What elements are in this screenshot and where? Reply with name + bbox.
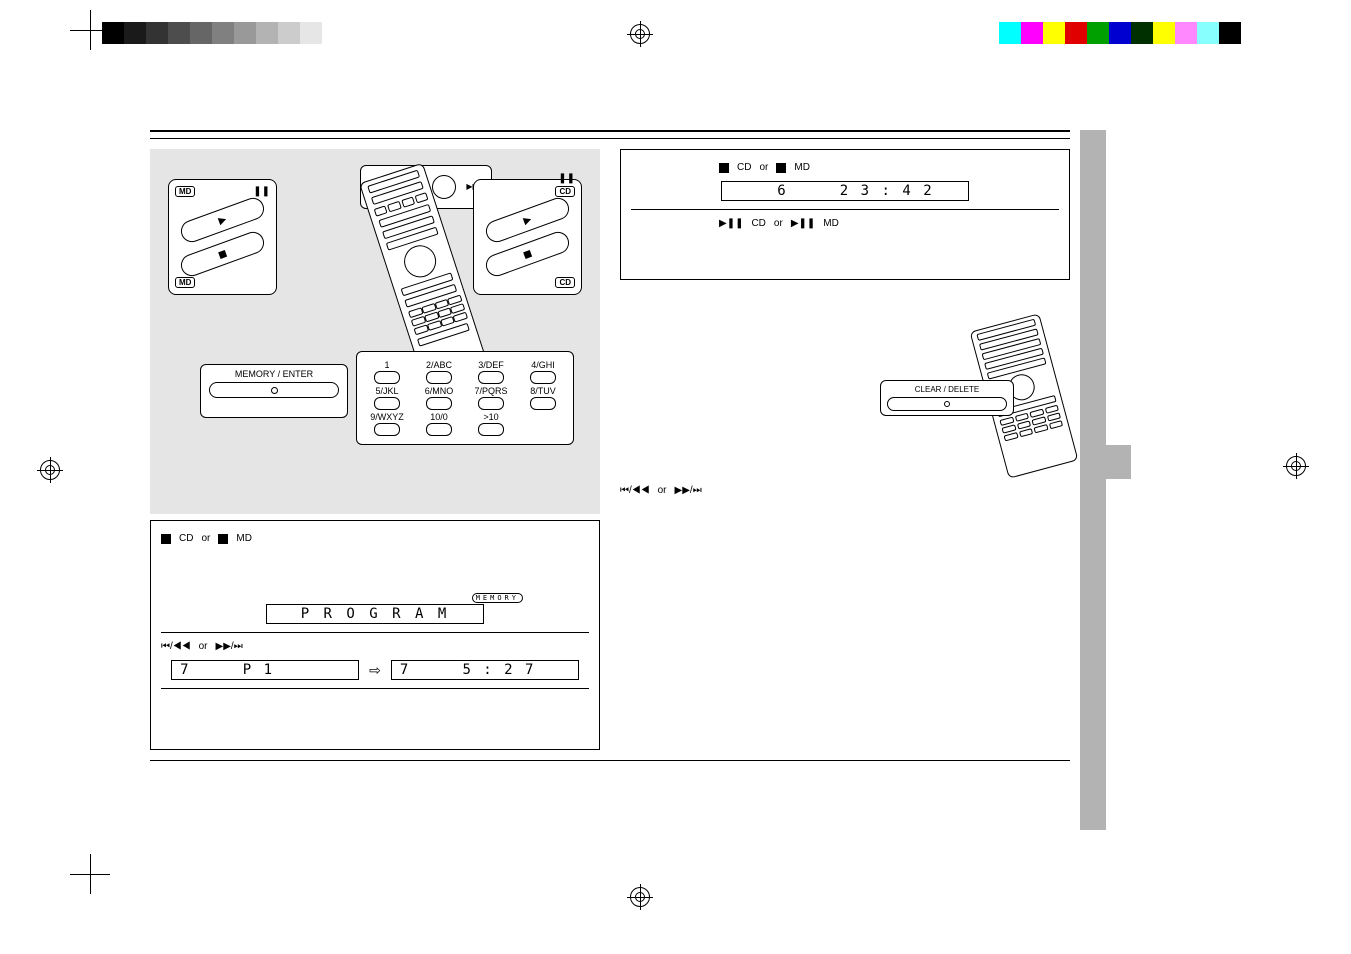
- header-rule: [150, 130, 1070, 139]
- memory-enter-button: [209, 382, 339, 398]
- registration-mark-left: [40, 460, 60, 480]
- key-4: 4/GHI: [531, 360, 555, 370]
- registration-mark-bottom: [630, 887, 650, 907]
- step1-cd-label: CD: [179, 533, 193, 544]
- key-5: 5/JKL: [375, 386, 398, 396]
- play-pause-icon-md: ▶❚❚: [791, 218, 815, 229]
- key-3: 3/DEF: [478, 360, 504, 370]
- play-pause-icon-cd: ▶❚❚: [719, 218, 743, 229]
- memory-enter-callout: MEMORY / ENTER: [200, 364, 348, 418]
- clear-delete-button: [887, 397, 1007, 411]
- key-10: 10/0: [430, 412, 448, 422]
- stop-icon-r1: [719, 163, 729, 173]
- track-lcd-row: 7 P 1 ⇨ 7 5 : 2 7: [161, 660, 589, 680]
- stop-icon-2: [218, 534, 228, 544]
- lcd-program: P R O G R A M MEMORY: [266, 604, 484, 624]
- clear-delete-label: CLEAR / DELETE: [887, 385, 1007, 394]
- md-tag-bottom: MD: [175, 277, 195, 288]
- md-buttons-callout: MD ❚❚ ▶ MD: [168, 179, 277, 295]
- key-8: 8/TUV: [530, 386, 556, 396]
- lcd-track-left: 7 P 1: [171, 660, 359, 680]
- color-bar-left: [102, 22, 322, 44]
- key-6: 6/MNO: [425, 386, 454, 396]
- step-1-row: CD or MD: [161, 533, 589, 544]
- remote-illustration-main: ⏮◀◀ ▶▶⏭ MD ❚❚ ▶ MD CD ❚❚ ▶: [150, 149, 600, 514]
- md-tag-top: MD: [175, 186, 195, 197]
- crop-mark-bl: [70, 854, 110, 894]
- step-3-row: ⏮/◀◀ or ▶▶/⏭: [161, 641, 589, 652]
- footer-rule: [150, 760, 1070, 761]
- left-instruction-panel: CD or MD P R O G R A M MEMORY ⏮/◀◀ or ▶: [150, 520, 600, 750]
- crop-mark-tl: [70, 10, 110, 50]
- stop-icon: [161, 534, 171, 544]
- memory-enter-label: MEMORY / ENTER: [209, 369, 339, 379]
- registration-mark-right: [1286, 456, 1306, 476]
- key-gt10: >10: [483, 412, 498, 422]
- step3-or: or: [199, 641, 208, 652]
- pause-icon: ❚❚: [253, 186, 270, 197]
- stop-icon-r2: [776, 163, 786, 173]
- cd-tag-top: CD: [555, 186, 575, 197]
- step1-md-label: MD: [236, 533, 252, 544]
- key-7: 7/PQRS: [474, 386, 507, 396]
- page-side-bar: [1080, 130, 1106, 830]
- clear-delete-callout: CLEAR / DELETE: [880, 380, 1014, 416]
- skip-back-icon-inline2: ⏮/◀◀: [620, 485, 650, 496]
- skip-back-icon-inline: ⏮/◀◀: [161, 641, 191, 652]
- keypad-callout: 1 2/ABC 3/DEF 4/GHI 5/JKL 6/MNO 7/PQRS 8…: [356, 351, 574, 445]
- registration-mark-top: [630, 24, 650, 44]
- arrow-right-icon: ⇨: [369, 662, 381, 679]
- skip-fwd-icon-inline: ▶▶/⏭: [216, 641, 243, 652]
- lcd-memory-badge: MEMORY: [472, 593, 523, 603]
- key-9: 9/WXYZ: [370, 412, 404, 422]
- pause-icon-cd: ❚❚: [558, 173, 575, 184]
- skip-fwd-icon-inline2: ▶▶/⏭: [675, 485, 702, 496]
- lcd-total: 6 2 3 : 4 2: [721, 181, 969, 201]
- right-play-row: ▶❚❚ CD or ▶❚❚ MD: [631, 218, 1059, 229]
- page-thumb-tab: [1081, 445, 1131, 479]
- clear-delete-illustration: CLEAR / DELETE: [620, 320, 1070, 465]
- key-2: 2/ABC: [426, 360, 452, 370]
- lcd-program-text: P R O G R A M: [301, 606, 450, 622]
- check-program-row: ⏮/◀◀ or ▶▶/⏭: [620, 485, 1070, 496]
- right-top-panel: CD or MD 6 2 3 : 4 2 ▶❚❚ CD: [620, 149, 1070, 280]
- cd-tag-bottom: CD: [555, 277, 575, 288]
- key-1: 1: [384, 360, 389, 370]
- step1-or: or: [201, 533, 210, 544]
- program-lcd-row: P R O G R A M MEMORY: [161, 604, 589, 624]
- right-lcd-row: 6 2 3 : 4 2: [631, 181, 1059, 201]
- right-step1-row: CD or MD: [631, 162, 1059, 173]
- lcd-track-right: 7 5 : 2 7: [391, 660, 579, 680]
- color-bar-right: [999, 22, 1241, 44]
